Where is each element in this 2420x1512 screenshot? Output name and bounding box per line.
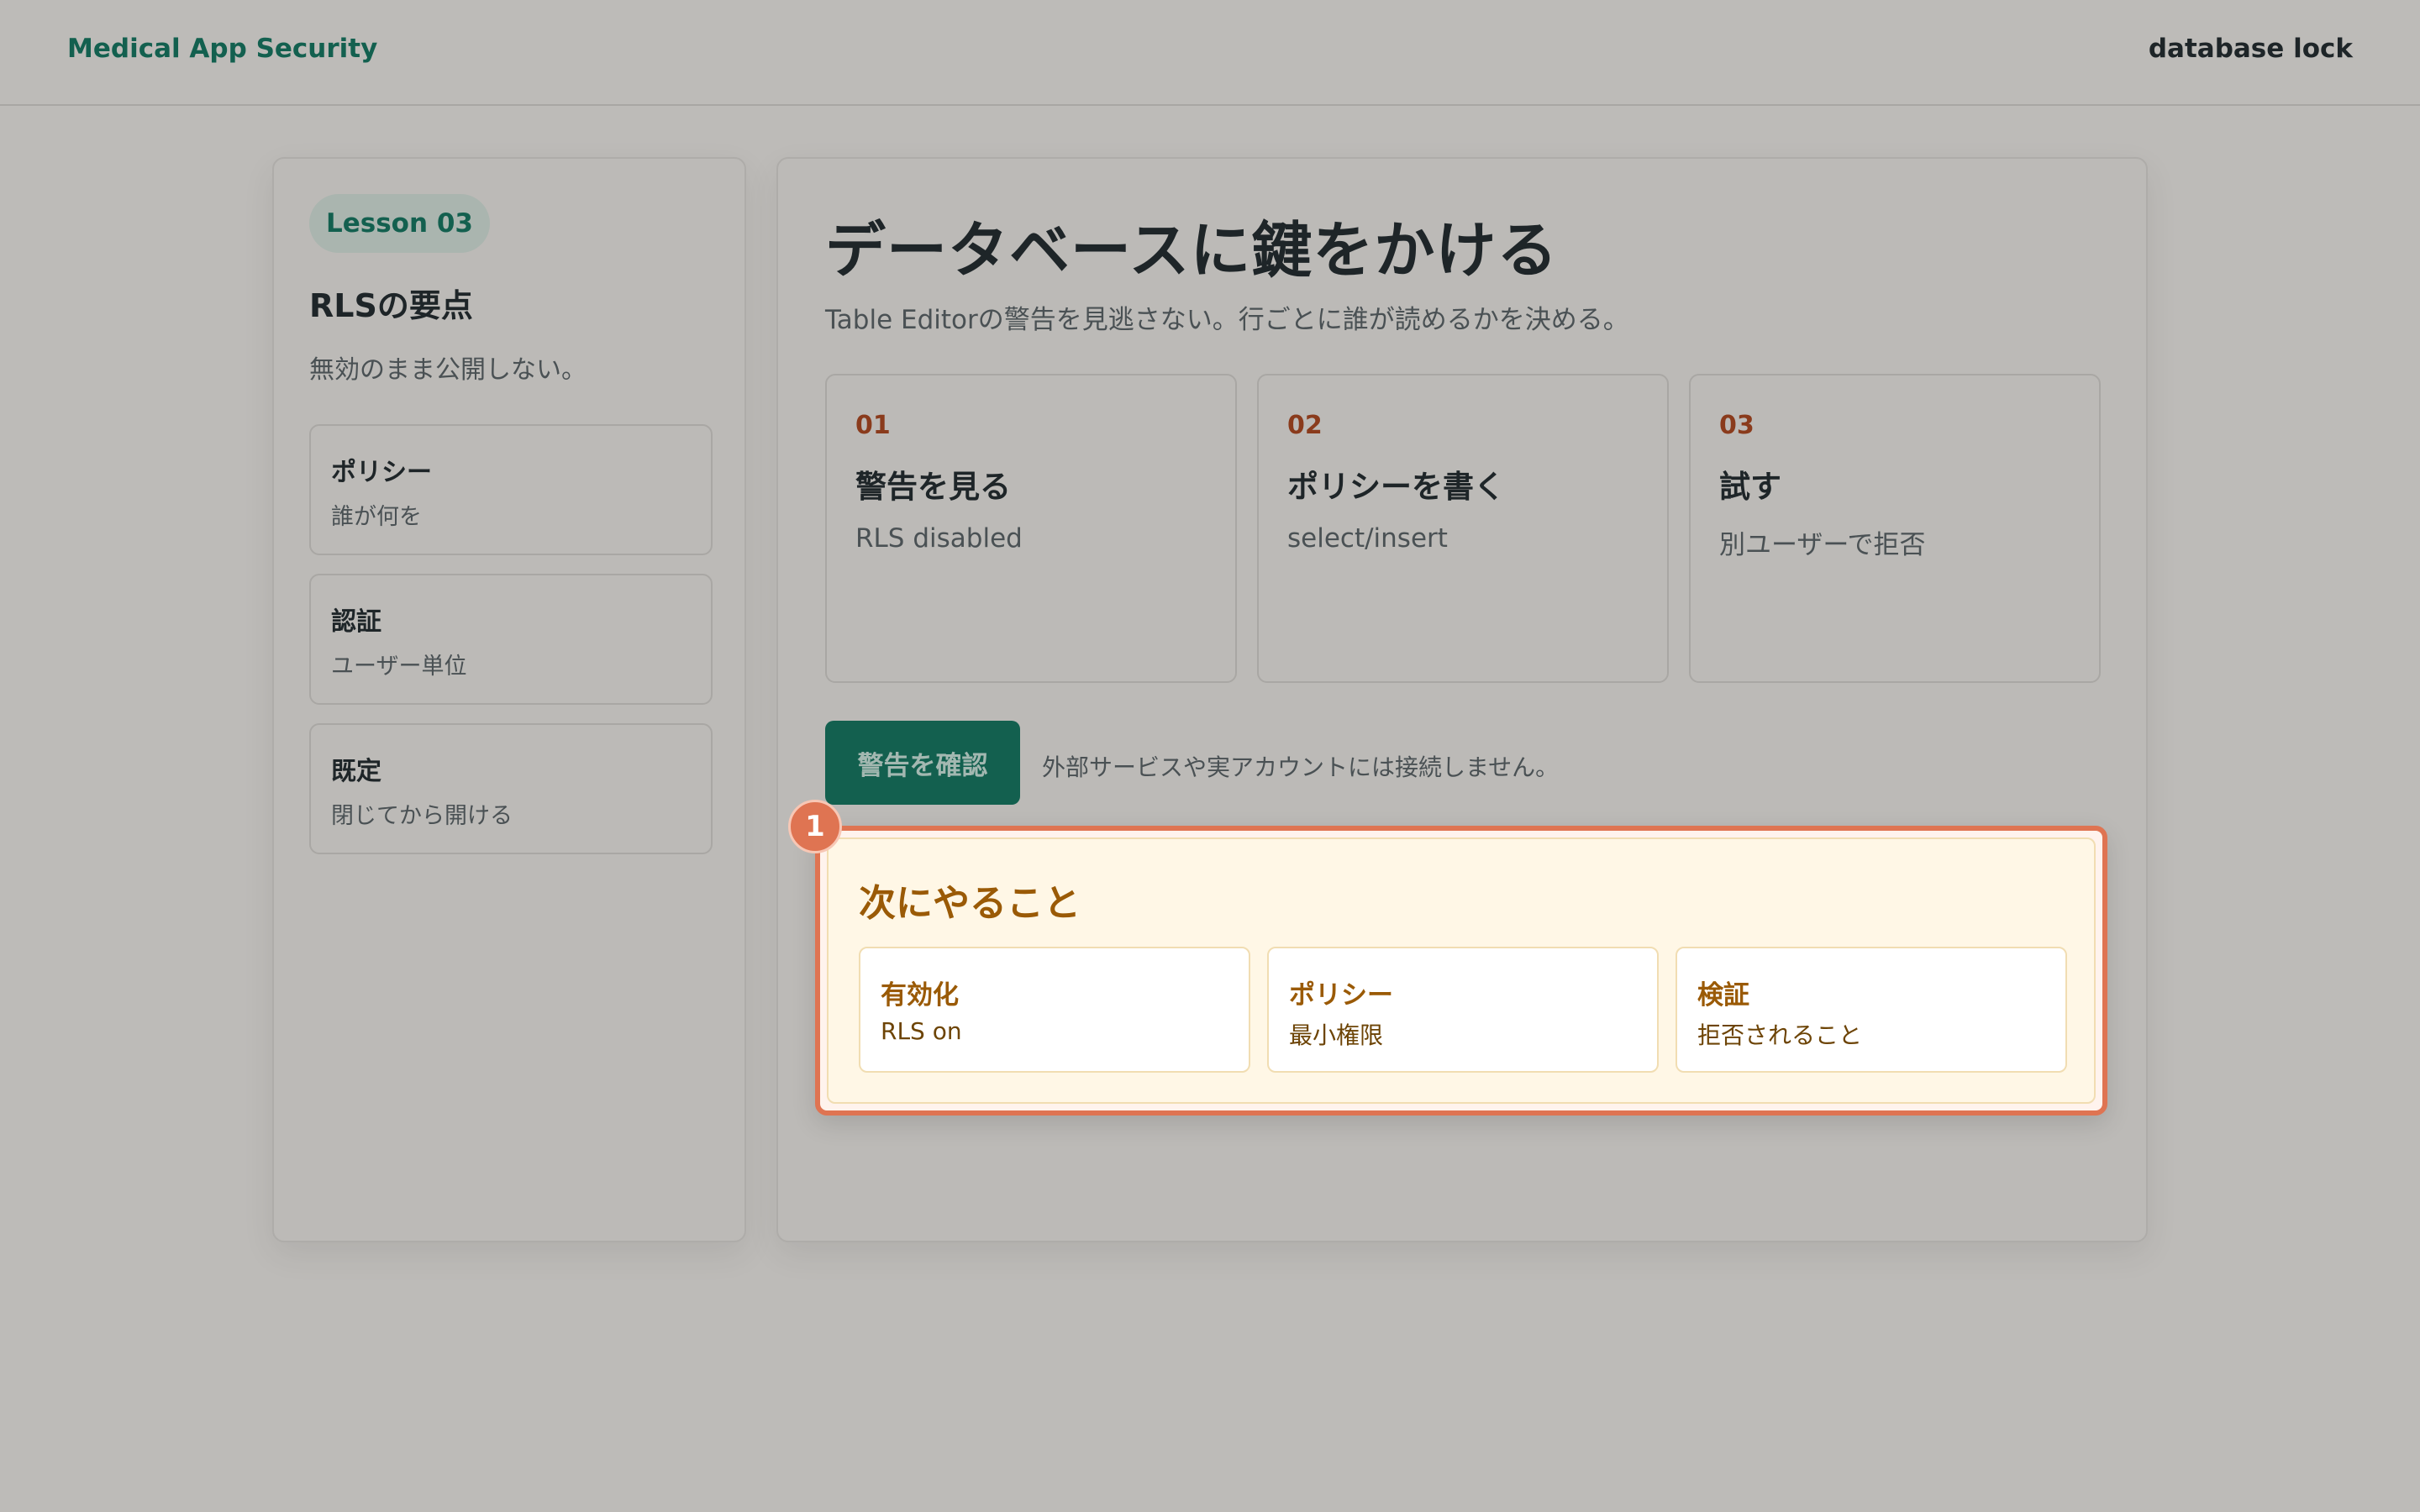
sidebar-card-subtitle: 誰が何を bbox=[331, 504, 422, 530]
sidebar-card-subtitle: 閉じてから開ける bbox=[331, 803, 513, 829]
brand-title[interactable]: Medical App Security bbox=[67, 34, 377, 64]
sidebar-card-default[interactable]: 既定 閉じてから開ける bbox=[309, 723, 713, 854]
sidebar-title: RLSの要点 bbox=[309, 287, 473, 324]
step-number: 02 bbox=[1287, 411, 1323, 440]
topic-label: database lock bbox=[2148, 34, 2353, 64]
step-marker-badge: 1 bbox=[788, 800, 842, 853]
next-steps-panel: 次にやること 有効化 RLS on ポリシー 最小権限 検証 拒否されること bbox=[827, 837, 2096, 1104]
sidebar-card-title: ポリシー bbox=[331, 458, 432, 487]
next-card-title: 有効化 bbox=[881, 980, 959, 1011]
page-title: データベースに鍵をかける bbox=[825, 215, 1559, 286]
next-card-subtitle: 最小権限 bbox=[1289, 1021, 1384, 1049]
next-card-subtitle: RLS on bbox=[881, 1017, 962, 1045]
next-card-verify[interactable]: 検証 拒否されること bbox=[1676, 947, 2067, 1073]
lesson-badge: Lesson 03 bbox=[309, 194, 490, 253]
next-steps-highlight: 次にやること 有効化 RLS on ポリシー 最小権限 検証 拒否されること bbox=[815, 826, 2107, 1116]
step-title: ポリシーを書く bbox=[1287, 469, 1505, 505]
page-subtitle: Table Editorの警告を見逃さない。行ごとに誰が読めるかを決める。 bbox=[825, 305, 1629, 335]
sidebar-card-subtitle: ユーザー単位 bbox=[331, 654, 467, 680]
next-card-subtitle: 拒否されること bbox=[1697, 1021, 1863, 1049]
step-card-1[interactable]: 01 警告を見る RLS disabled bbox=[825, 374, 1237, 683]
next-card-enable[interactable]: 有効化 RLS on bbox=[859, 947, 1250, 1073]
top-bar: Medical App Security database lock bbox=[0, 0, 2420, 106]
step-subtitle: RLS disabled bbox=[855, 523, 1023, 554]
step-title: 警告を見る bbox=[855, 469, 1011, 505]
next-card-policy[interactable]: ポリシー 最小権限 bbox=[1267, 947, 1659, 1073]
next-card-title: 検証 bbox=[1697, 980, 1749, 1011]
sidebar-card-title: 既定 bbox=[331, 757, 381, 786]
next-steps-title: 次にやること bbox=[859, 882, 1081, 925]
step-number: 01 bbox=[855, 411, 891, 440]
disclaimer-note: 外部サービスや実アカウントには接続しません。 bbox=[1042, 753, 1560, 781]
sidebar-card-auth[interactable]: 認証 ユーザー単位 bbox=[309, 574, 713, 705]
confirm-warning-button[interactable]: 警告を確認 bbox=[825, 721, 1020, 805]
step-subtitle: select/insert bbox=[1287, 523, 1448, 554]
step-card-3[interactable]: 03 試す 別ユーザーで拒否 bbox=[1689, 374, 2101, 683]
lesson-sidebar: Lesson 03 RLSの要点 無効のまま公開しない。 ポリシー 誰が何を 認… bbox=[272, 157, 746, 1242]
sidebar-subtitle: 無効のまま公開しない。 bbox=[309, 355, 587, 385]
sidebar-card-title: 認証 bbox=[331, 607, 381, 637]
step-title: 試す bbox=[1719, 469, 1781, 505]
step-subtitle: 別ユーザーで拒否 bbox=[1719, 530, 1926, 560]
step-card-2[interactable]: 02 ポリシーを書く select/insert bbox=[1257, 374, 1669, 683]
step-number: 03 bbox=[1719, 411, 1754, 440]
sidebar-card-policy[interactable]: ポリシー 誰が何を bbox=[309, 424, 713, 555]
next-card-title: ポリシー bbox=[1289, 980, 1393, 1011]
